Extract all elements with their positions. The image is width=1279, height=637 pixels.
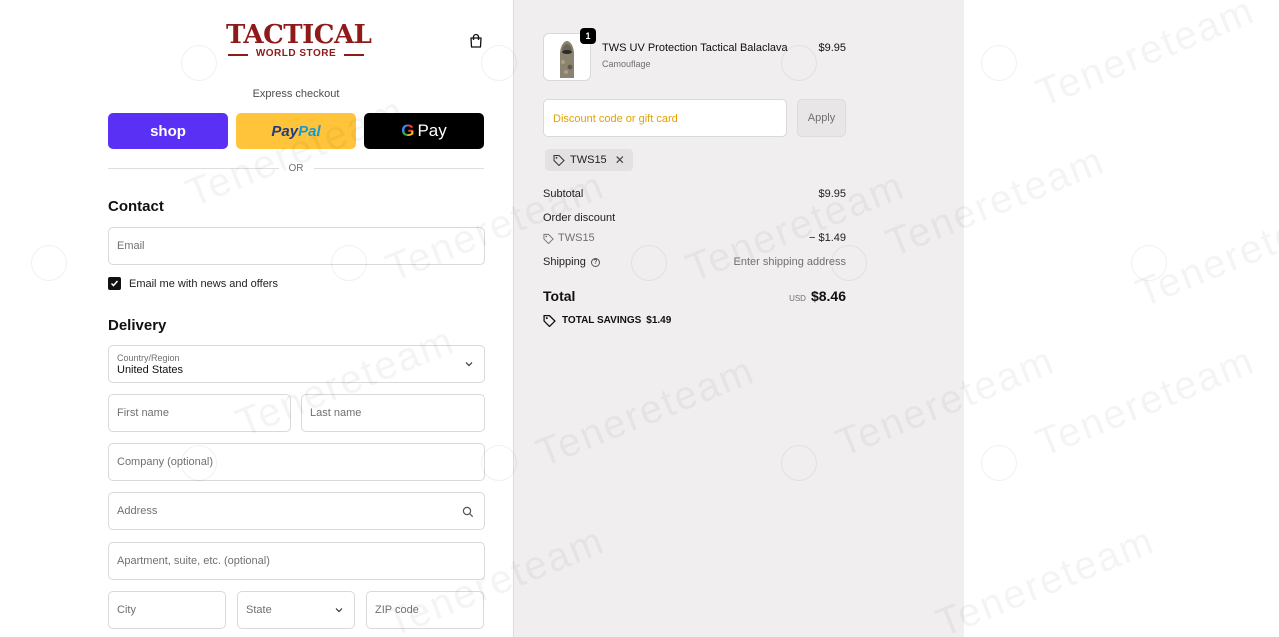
discount-amount: − $1.49 xyxy=(808,232,846,244)
applied-code: TWS15 xyxy=(570,154,607,166)
discount-placeholder: Discount code or gift card xyxy=(553,113,678,125)
company-placeholder: Company (optional) xyxy=(117,456,213,468)
address-field[interactable]: Address xyxy=(108,492,485,530)
product-thumbnail: 1 xyxy=(543,28,596,81)
subtotal-row: Subtotal $9.95 xyxy=(543,188,846,200)
email-placeholder: Email xyxy=(117,240,145,252)
total-label: Total xyxy=(543,288,576,304)
shipping-value: Enter shipping address xyxy=(733,256,846,268)
total-savings: TOTAL SAVINGS $1.49 xyxy=(543,314,671,327)
quantity-badge: 1 xyxy=(580,28,596,44)
newsletter-checkbox-row[interactable]: Email me with news and offers xyxy=(108,277,278,290)
contact-heading: Contact xyxy=(108,198,164,215)
search-icon xyxy=(462,506,474,518)
discount-code-row: TWS15 − $1.49 xyxy=(543,232,846,244)
google-g-icon: G xyxy=(401,121,415,140)
product-variant: Camouflage xyxy=(602,59,651,69)
total-row: Total USD $8.46 xyxy=(543,288,846,304)
paypal-label-part2: Pal xyxy=(298,122,321,140)
discount-code-label: TWS15 xyxy=(558,232,595,244)
newsletter-label: Email me with news and offers xyxy=(129,277,278,290)
chevron-down-icon xyxy=(335,608,343,613)
company-field[interactable]: Company (optional) xyxy=(108,443,485,481)
country-select[interactable]: Country/Region United States xyxy=(108,345,485,383)
order-discount-label: Order discount xyxy=(543,212,616,224)
last-name-placeholder: Last name xyxy=(310,407,362,419)
subtotal-value: $9.95 xyxy=(818,188,846,200)
state-placeholder: State xyxy=(246,604,272,616)
first-name-placeholder: First name xyxy=(117,407,169,419)
google-pay-label: Pay xyxy=(417,121,447,140)
city-placeholder: City xyxy=(117,604,136,616)
city-field[interactable]: City xyxy=(108,591,226,629)
logo-subtitle: WORLD STORE xyxy=(226,48,366,60)
express-checkout-label: Express checkout xyxy=(252,88,340,100)
shipping-row: Shipping ? Enter shipping address xyxy=(543,256,846,268)
apartment-placeholder: Apartment, suite, etc. (optional) xyxy=(117,555,270,567)
savings-amount: $1.49 xyxy=(646,315,672,326)
email-field[interactable]: Email xyxy=(108,227,485,265)
shipping-label: Shipping xyxy=(543,256,586,268)
zip-field[interactable]: ZIP code xyxy=(366,591,484,629)
country-value: United States xyxy=(117,364,184,376)
delivery-heading: Delivery xyxy=(108,317,167,334)
address-placeholder: Address xyxy=(117,505,158,517)
or-label: OR xyxy=(288,163,304,174)
apply-discount-button[interactable]: Apply xyxy=(797,99,846,137)
first-name-field[interactable]: First name xyxy=(108,394,291,432)
check-icon xyxy=(110,280,119,287)
total-amount: $8.46 xyxy=(810,288,846,304)
logo-title: TACTICAL xyxy=(226,20,372,50)
apply-label: Apply xyxy=(807,112,836,124)
checkout-form-panel: TACTICAL WORLD STORE Express checkout sh… xyxy=(0,0,513,637)
shop-pay-label: shop xyxy=(150,122,186,140)
shopping-bag-icon[interactable] xyxy=(468,33,484,49)
chevron-down-icon xyxy=(465,362,473,367)
tag-icon xyxy=(553,155,565,166)
google-pay-button[interactable]: G Pay xyxy=(364,113,484,149)
remove-discount-icon[interactable]: ✕ xyxy=(615,153,625,167)
product-price: $9.95 xyxy=(818,42,846,54)
shop-pay-button[interactable]: shop xyxy=(108,113,228,149)
apartment-field[interactable]: Apartment, suite, etc. (optional) xyxy=(108,542,485,580)
savings-label: TOTAL SAVINGS xyxy=(562,315,642,326)
state-select[interactable]: State xyxy=(237,591,355,629)
subtotal-label: Subtotal xyxy=(543,188,584,200)
store-logo[interactable]: TACTICAL WORLD STORE xyxy=(226,20,372,60)
or-divider: OR xyxy=(108,163,484,174)
last-name-field[interactable]: Last name xyxy=(301,394,485,432)
order-discount-row: Order discount xyxy=(543,212,846,224)
newsletter-checkbox[interactable] xyxy=(108,277,121,290)
zip-placeholder: ZIP code xyxy=(375,604,419,616)
currency-code: USD xyxy=(789,294,806,303)
discount-code-input[interactable]: Discount code or gift card xyxy=(543,99,787,137)
blank-background xyxy=(964,0,1279,637)
help-icon[interactable]: ? xyxy=(590,257,600,267)
paypal-button[interactable]: Pay Pal xyxy=(236,113,356,149)
applied-discount-chip: TWS15 ✕ xyxy=(545,149,633,171)
tag-icon xyxy=(543,233,554,244)
country-label: Country/Region xyxy=(117,353,180,363)
product-name: TWS UV Protection Tactical Balaclava xyxy=(602,42,788,54)
paypal-label-part1: Pay xyxy=(271,122,299,140)
savings-tag-icon xyxy=(543,314,556,327)
